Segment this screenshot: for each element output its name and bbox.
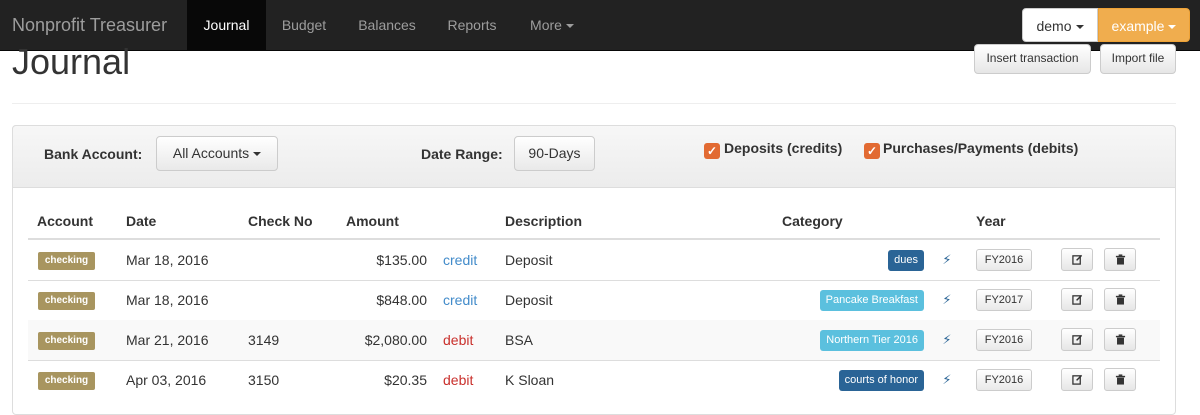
transaction-type-link[interactable]: credit [443, 280, 477, 320]
description-cell: Deposit [505, 252, 553, 268]
year-button[interactable]: FY2016 [976, 369, 1032, 391]
trash-icon [1115, 294, 1125, 305]
column-header-category: Category [782, 213, 843, 229]
account-badge: checking [38, 372, 95, 390]
caret-down-icon [253, 152, 262, 157]
edit-button[interactable] [1061, 328, 1093, 351]
caret-down-icon [1168, 25, 1177, 30]
account-badge: checking [38, 252, 95, 270]
org-dropdown-label: example [1111, 18, 1165, 34]
date-cell: Mar 21, 2016 [126, 332, 209, 348]
year-button[interactable]: FY2016 [976, 249, 1032, 271]
transaction-type-link[interactable]: debit [443, 360, 473, 400]
date-range-label: Date Range: [421, 146, 503, 162]
edit-button[interactable] [1061, 248, 1093, 271]
date-cell: Mar 18, 2016 [126, 292, 209, 308]
header-divider [12, 103, 1176, 104]
category-label[interactable]: Pancake Breakfast [819, 290, 924, 311]
bolt-icon[interactable]: ⚡︎ [940, 280, 954, 320]
nav-more-dropdown[interactable]: More [512, 0, 592, 51]
check-icon: ✓ [706, 144, 718, 158]
transaction-type-link[interactable]: credit [443, 240, 477, 280]
delete-button[interactable] [1104, 288, 1136, 311]
amount-cell: $2,080.00 [364, 332, 427, 348]
column-header-check-no: Check No [248, 213, 313, 229]
edit-button[interactable] [1061, 368, 1093, 391]
caret-down-icon [1075, 25, 1084, 30]
bank-account-label: Bank Account: [44, 146, 143, 162]
edit-button[interactable] [1061, 288, 1093, 311]
category-label[interactable]: courts of honor [838, 370, 924, 391]
user-dropdown-button[interactable]: demo [1022, 8, 1098, 42]
edit-icon [1071, 374, 1082, 385]
trash-icon [1115, 374, 1125, 385]
year-button[interactable]: FY2016 [976, 329, 1032, 351]
nav-reports[interactable]: Reports [432, 0, 512, 51]
amount-cell: $20.35 [384, 372, 427, 388]
account-badge: checking [38, 292, 95, 310]
edit-icon [1071, 334, 1082, 345]
transaction-type-link[interactable]: debit [443, 320, 473, 360]
deposits-checkbox[interactable]: ✓ [704, 143, 720, 159]
year-button[interactable]: FY2017 [976, 289, 1032, 311]
description-cell: BSA [505, 332, 534, 348]
delete-button[interactable] [1104, 368, 1136, 391]
org-dropdown-button[interactable]: example [1098, 8, 1190, 42]
check-icon: ✓ [866, 144, 878, 158]
table-row[interactable]: checking Mar 21, 2016 3149 $2,080.00 deb… [28, 320, 1160, 360]
edit-icon [1071, 294, 1082, 305]
category-label[interactable]: dues [888, 250, 924, 271]
table-row[interactable]: checking Mar 18, 2016 $135.00 credit Dep… [28, 240, 1160, 280]
column-header-account: Account [37, 213, 93, 229]
amount-cell: $848.00 [376, 292, 427, 308]
date-cell: Mar 18, 2016 [126, 252, 209, 268]
bank-account-dropdown[interactable]: All Accounts [156, 136, 278, 171]
table-row[interactable]: checking Apr 03, 2016 3150 $20.35 debit … [28, 360, 1160, 400]
date-range-button[interactable]: 90-Days [514, 136, 595, 171]
page-title: Journal [12, 41, 131, 82]
bolt-icon[interactable]: ⚡︎ [940, 360, 954, 400]
nav-more-label: More [530, 17, 562, 33]
delete-button[interactable] [1104, 248, 1136, 271]
delete-button[interactable] [1104, 328, 1136, 351]
table-row[interactable]: checking Mar 18, 2016 $848.00 credit Dep… [28, 280, 1160, 320]
edit-icon [1071, 254, 1082, 265]
category-label[interactable]: Northern Tier 2016 [820, 330, 924, 351]
import-file-button[interactable]: Import file [1100, 44, 1176, 74]
check-no-cell: 3149 [248, 332, 280, 348]
purchases-checkbox[interactable]: ✓ [864, 143, 880, 159]
date-cell: Apr 03, 2016 [126, 372, 207, 388]
purchases-label: Purchases/Payments (debits) [883, 140, 1079, 156]
column-header-amount: Amount [346, 213, 399, 229]
bolt-icon[interactable]: ⚡︎ [940, 240, 954, 280]
description-cell: K Sloan [505, 372, 555, 388]
nav-budget[interactable]: Budget [266, 0, 342, 51]
trash-icon [1115, 334, 1125, 345]
column-header-year: Year [976, 213, 1006, 229]
account-badge: checking [38, 332, 95, 350]
insert-transaction-button[interactable]: Insert transaction [974, 44, 1091, 74]
column-header-date: Date [126, 213, 157, 229]
bank-account-value: All Accounts [172, 145, 250, 161]
bolt-icon[interactable]: ⚡︎ [940, 320, 954, 360]
deposits-label: Deposits (credits) [724, 140, 843, 156]
caret-down-icon [565, 24, 574, 29]
description-cell: Deposit [505, 292, 553, 308]
user-dropdown-label: demo [1036, 18, 1072, 34]
amount-cell: $135.00 [376, 252, 427, 268]
trash-icon [1115, 254, 1125, 265]
nav-journal[interactable]: Journal [187, 0, 266, 51]
check-no-cell: 3150 [248, 372, 280, 388]
nav-balances[interactable]: Balances [342, 0, 432, 51]
column-header-description: Description [505, 213, 583, 229]
